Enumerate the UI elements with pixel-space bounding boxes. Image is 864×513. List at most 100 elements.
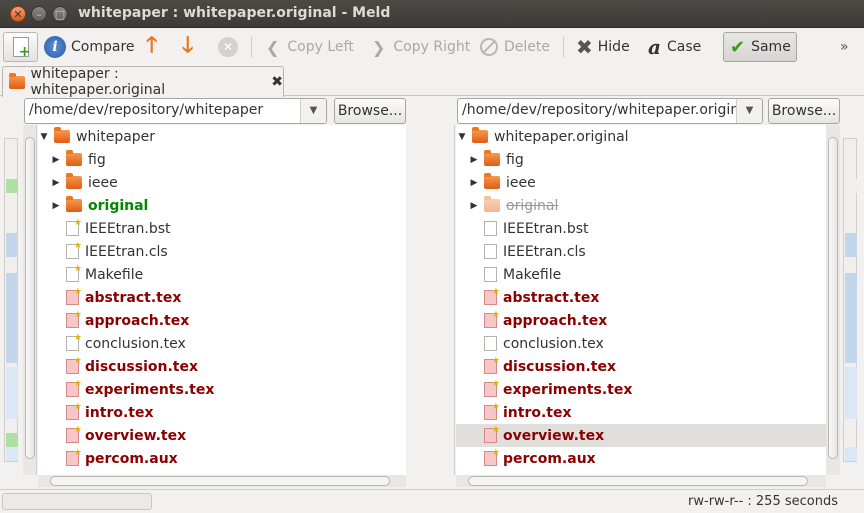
expander-closed-icon[interactable]: ▶ xyxy=(468,201,480,211)
expander-open-icon[interactable]: ▼ xyxy=(456,132,468,142)
window-close-button[interactable]: ✕ xyxy=(10,6,26,22)
file-row[interactable]: ★ intro.tex xyxy=(38,401,406,424)
folder-row[interactable]: ▶ original xyxy=(38,194,406,217)
emblem-icon: ★ xyxy=(491,448,500,458)
emblem-icon: ★ xyxy=(73,333,82,343)
tab-comparison[interactable]: whitepaper : whitepaper.original ✖ xyxy=(2,66,284,98)
hide-label: Hide xyxy=(597,39,630,55)
scroll-thumb[interactable] xyxy=(25,137,35,459)
left-browse-button[interactable]: Browse... xyxy=(334,98,406,124)
scroll-thumb[interactable] xyxy=(468,476,808,486)
stop-button[interactable]: ✕ xyxy=(218,32,238,62)
copy-left-button[interactable]: ❮ Copy Left xyxy=(266,32,354,62)
left-vertical-scrollbar[interactable] xyxy=(23,125,37,475)
same-label: Same xyxy=(751,39,791,55)
file-row[interactable]: ★ experiments.tex xyxy=(38,378,406,401)
file-row[interactable]: ★ IEEEtran.cls xyxy=(38,240,406,263)
same-toggle-button[interactable]: ✔ Same xyxy=(723,32,797,62)
file-row[interactable]: ★ overview.tex xyxy=(456,424,826,447)
scroll-thumb[interactable] xyxy=(50,476,390,486)
file-row[interactable]: ★ experiments.tex xyxy=(456,378,826,401)
case-button[interactable]: a Case xyxy=(648,32,701,62)
item-name: intro.tex xyxy=(85,404,154,421)
expander-closed-icon[interactable]: ▶ xyxy=(468,155,480,165)
item-name: original xyxy=(506,197,559,214)
expander-closed-icon[interactable]: ▶ xyxy=(50,201,62,211)
compare-button[interactable]: i Compare xyxy=(44,32,135,62)
left-folder-tree[interactable]: ▼ whitepaper ▶ fig ▶ ieee ▶ original ★ IEEEtran.b… xyxy=(38,125,406,475)
file-row[interactable]: ★ conclusion.tex xyxy=(38,332,406,355)
file-row[interactable]: ★ approach.tex xyxy=(456,309,826,332)
left-path-combo[interactable]: /home/dev/repository/whitepaper ▼ xyxy=(24,98,327,124)
new-comparison-button[interactable]: + xyxy=(3,32,38,62)
left-change-map[interactable] xyxy=(4,138,18,462)
delete-button[interactable]: Delete xyxy=(480,32,550,62)
item-name: fig xyxy=(506,151,524,168)
file-row[interactable]: ★ IEEEtran.bst xyxy=(38,217,406,240)
expander-closed-icon[interactable]: ▶ xyxy=(50,155,62,165)
folder-row[interactable]: ▶ fig xyxy=(456,148,826,171)
chevron-down-icon[interactable]: ▼ xyxy=(736,99,762,123)
item-name: IEEEtran.cls xyxy=(85,243,168,260)
file-icon xyxy=(484,267,497,282)
item-name: discussion.tex xyxy=(503,358,617,375)
file-row[interactable]: ★ Makefile xyxy=(38,263,406,286)
file-row[interactable]: ★ discussion.tex xyxy=(38,355,406,378)
file-row[interactable]: Makefile xyxy=(456,263,826,286)
folder-row[interactable]: ▶ ieee xyxy=(456,171,826,194)
close-icon[interactable]: ✖ xyxy=(271,74,283,90)
expander-closed-icon[interactable]: ▶ xyxy=(50,178,62,188)
folder-row[interactable]: ▼ whitepaper.original xyxy=(456,125,826,148)
previous-change-button[interactable]: 🡑 xyxy=(146,32,157,62)
file-icon: ★ xyxy=(66,448,82,466)
file-row[interactable]: ★ intro.tex xyxy=(456,401,826,424)
item-name: original xyxy=(88,197,149,214)
scroll-thumb[interactable] xyxy=(828,137,838,459)
right-path-combo[interactable]: /home/dev/repository/whitepaper.original… xyxy=(457,98,763,124)
toolbar-overflow-button[interactable]: » xyxy=(840,32,849,62)
file-row[interactable]: IEEEtran.bst xyxy=(456,217,826,240)
folder-row[interactable]: ▶ original xyxy=(456,194,826,217)
file-icon: ★ xyxy=(484,287,500,305)
chevron-down-icon[interactable]: ▼ xyxy=(300,99,326,123)
file-row[interactable]: ★ percom.aux xyxy=(38,447,406,470)
right-horizontal-scrollbar[interactable] xyxy=(456,475,826,487)
emblem-icon: ★ xyxy=(73,448,82,458)
file-row[interactable]: ★ abstract.tex xyxy=(38,286,406,309)
folder-row[interactable]: ▶ ieee xyxy=(38,171,406,194)
window-maximize-button[interactable]: □ xyxy=(52,6,68,22)
item-name: experiments.tex xyxy=(85,381,215,398)
right-browse-button[interactable]: Browse... xyxy=(768,98,840,124)
progress-bar xyxy=(2,493,152,510)
item-name: experiments.tex xyxy=(503,381,633,398)
expander-open-icon[interactable]: ▼ xyxy=(38,132,50,142)
file-icon: ★ xyxy=(484,402,500,420)
expander-closed-icon[interactable]: ▶ xyxy=(468,178,480,188)
file-row[interactable]: IEEEtran.cls xyxy=(456,240,826,263)
left-horizontal-scrollbar[interactable] xyxy=(38,475,406,487)
copy-right-button[interactable]: ❯ Copy Right xyxy=(372,32,470,62)
new-comparison-icon: + xyxy=(12,37,31,59)
right-vertical-scrollbar[interactable] xyxy=(826,125,840,475)
right-change-map[interactable] xyxy=(843,138,857,462)
folder-icon xyxy=(484,196,500,212)
window-minimize-button[interactable]: – xyxy=(31,6,47,22)
file-row[interactable]: ★ percom.aux xyxy=(456,447,826,470)
file-row[interactable]: ★ abstract.tex xyxy=(456,286,826,309)
file-icon: ★ xyxy=(66,425,82,443)
file-row[interactable]: ★ overview.tex xyxy=(38,424,406,447)
file-icon xyxy=(484,336,497,351)
item-name: percom.aux xyxy=(503,450,596,467)
file-row[interactable]: ★ approach.tex xyxy=(38,309,406,332)
file-row[interactable]: conclusion.tex xyxy=(456,332,826,355)
down-arrow-icon: 🡓 xyxy=(182,33,194,58)
hide-button[interactable]: ✖ Hide xyxy=(576,32,630,62)
folder-row[interactable]: ▶ fig xyxy=(38,148,406,171)
folder-icon xyxy=(484,173,500,189)
file-icon: ★ xyxy=(66,218,82,236)
folder-row[interactable]: ▼ whitepaper xyxy=(38,125,406,148)
file-row[interactable]: ★ discussion.tex xyxy=(456,355,826,378)
right-folder-tree[interactable]: ▼ whitepaper.original ▶ fig ▶ ieee ▶ original IE… xyxy=(456,125,826,475)
item-name: abstract.tex xyxy=(85,289,182,306)
next-change-button[interactable]: 🡓 xyxy=(182,32,193,62)
